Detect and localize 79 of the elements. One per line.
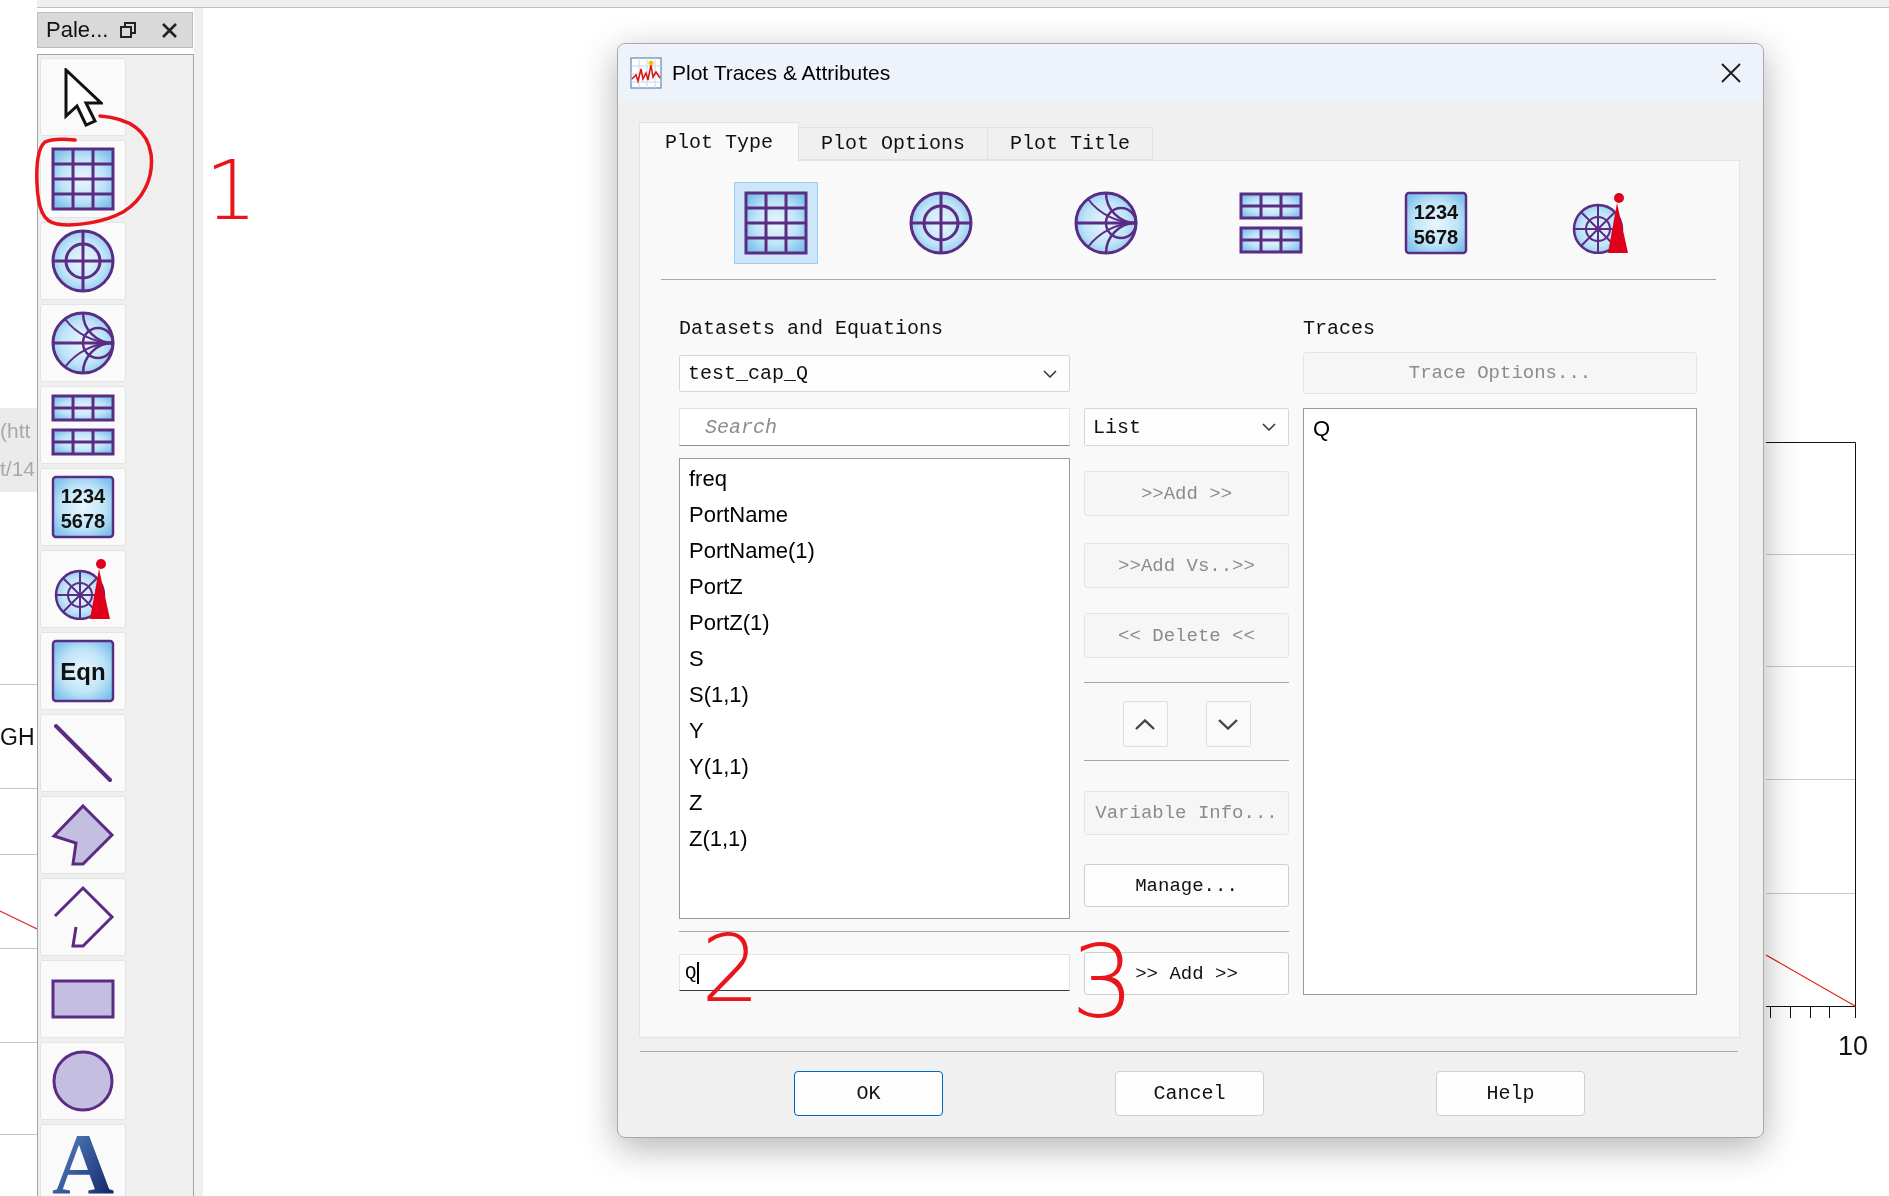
chevron-down-icon [1262,423,1276,431]
chart-window-icon [630,56,662,89]
pointer-icon [63,67,103,127]
dialog-title: Plot Traces & Attributes [672,60,891,85]
palette-tool-button[interactable] [40,386,126,464]
variable-item[interactable]: PortName [689,497,1069,533]
palette-tool-button[interactable] [40,58,126,136]
section-label: Datasets and Equations [679,316,944,342]
polar-chart-icon [908,191,973,255]
circle-icon [51,1049,115,1113]
variable-item[interactable]: PortZ(1) [689,605,1069,641]
polar-beam-icon [1571,192,1630,254]
handwritten-number: 1 [205,150,258,232]
polygon-icon [51,803,115,867]
smith-chart-icon [51,311,115,375]
tab[interactable]: Plot Options [798,127,989,160]
variable-item[interactable]: Z(1,1) [689,821,1069,857]
chevron-up-icon [1135,718,1155,730]
tab[interactable]: Plot Title [987,127,1154,160]
palette-tool-button[interactable] [40,140,126,218]
number-grid-icon: 1234 5678 [51,475,115,539]
variable-item[interactable]: S [689,641,1069,677]
cancel-button[interactable]: Cancel [1115,1071,1264,1116]
plot-type-button[interactable]: 1234 5678 [1393,182,1478,264]
palette-title: Pale... [46,17,109,43]
link-text: t/14 [0,456,36,482]
variable-item[interactable]: freq [689,461,1069,497]
palette-tool-button[interactable] [40,222,126,300]
restore-window-icon[interactable] [120,22,137,38]
help-button[interactable]: Help [1436,1071,1585,1116]
smith-chart-icon [1073,191,1138,255]
variable-item[interactable]: Y(1,1) [689,749,1069,785]
stacked-grid-icon [1238,191,1303,255]
close-icon [1721,62,1741,83]
palette-tool-button[interactable] [40,550,126,628]
variable-item[interactable]: S(1,1) [689,677,1069,713]
palette-tool-button[interactable] [40,714,126,792]
manage-button[interactable]: Manage... [1084,864,1289,907]
text-cursor-icon [697,961,700,984]
palette-tool-button[interactable]: 1234 5678 [40,468,126,546]
trace-item[interactable]: Q [1313,411,1696,447]
trace-line [0,910,37,930]
section-label: Traces [1303,316,1375,342]
palette-tool-button[interactable] [40,1042,126,1120]
search-field[interactable]: Search [679,408,1070,446]
tick-label: 10 [1838,1031,1869,1061]
polyline-icon [51,885,115,949]
chevron-down-icon [1043,369,1057,378]
variable-item[interactable]: PortName(1) [689,533,1069,569]
palette-tool-button[interactable] [40,878,126,956]
move-up-button[interactable] [1122,701,1168,747]
palette-tool-button[interactable] [40,796,126,874]
polar-beam-icon [54,558,112,620]
move-down-button[interactable] [1205,701,1251,747]
axis-label: GH [0,722,35,751]
palette-tool-button[interactable]: A [40,1124,126,1196]
tab[interactable]: Plot Type [639,122,800,161]
palette-tool-button[interactable] [40,304,126,382]
grid-chart-icon [51,147,115,211]
palette-tool-button[interactable]: Eqn [40,632,126,710]
polar-chart-icon [51,229,115,293]
line-icon [51,721,115,785]
variable-item[interactable]: PortZ [689,569,1069,605]
view-dropdown[interactable]: List [1084,408,1289,446]
palette-tool-button[interactable] [40,960,126,1038]
stacked-grid-icon [51,393,115,457]
close-icon[interactable] [161,21,179,39]
rectangle-icon [51,979,115,1019]
number-grid-icon: 1234 5678 [1403,191,1468,255]
ok-button[interactable]: OK [794,1071,943,1116]
variable-item[interactable]: Z [689,785,1069,821]
text-icon: A [51,1131,115,1195]
link-text: (htt [0,418,31,444]
chevron-down-icon [1218,718,1238,730]
equation-icon: Eqn [51,639,115,703]
dataset-dropdown[interactable]: test_cap_Q [679,355,1070,392]
plot-type-button[interactable] [733,182,818,264]
grid-chart-icon [743,191,808,255]
variable-item[interactable]: Y [689,713,1069,749]
